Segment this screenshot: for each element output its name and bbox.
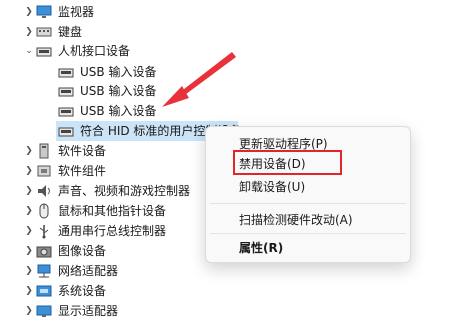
tree-item-usb-input-3[interactable]: USB 输入设备 (58, 101, 156, 121)
menu-item-properties[interactable]: 属性(R) (206, 235, 410, 259)
tree-item-mice[interactable]: ❯ 鼠标和其他指针设备 (22, 201, 166, 221)
hid-device-icon (58, 103, 74, 119)
menu-item-label: 更新驱动程序(P) (239, 136, 328, 151)
chevron-right-icon[interactable]: ❯ (22, 226, 36, 236)
tree-item-label: 软件设备 (58, 144, 107, 158)
usb-icon (36, 223, 52, 239)
tree-item-usb-input-2[interactable]: USB 输入设备 (58, 81, 156, 101)
tree-item-network-adapters[interactable]: ❯ 网络适配器 (22, 261, 118, 281)
chevron-right-icon[interactable]: ❯ (22, 146, 36, 156)
tree-item-hid[interactable]: ⌄ 人机接口设备 (22, 41, 130, 61)
tree-item-label: 网络适配器 (58, 264, 119, 278)
tree-item-usb-controllers[interactable]: ❯ 通用串行总线控制器 (22, 221, 166, 241)
tree-item-label: USB 输入设备 (80, 104, 157, 118)
tree-item-label: 鼠标和其他指针设备 (58, 204, 167, 218)
chevron-right-icon[interactable]: ❯ (22, 246, 36, 256)
tree-item-label: 显示适配器 (58, 304, 119, 318)
chevron-right-icon[interactable]: ❯ (22, 306, 36, 316)
menu-item-label: 扫描检测硬件改动(A) (239, 212, 353, 227)
software-component-icon (36, 163, 52, 179)
menu-divider (210, 203, 406, 204)
tree-item-keyboard[interactable]: ❯ 键盘 (22, 22, 82, 42)
tree-item-sound-video[interactable]: ❯ 声音、视频和游戏控制器 (22, 181, 190, 201)
tree-item-system-devices[interactable]: ❯ 系统设备 (22, 281, 106, 301)
chevron-right-icon[interactable]: ❯ (22, 166, 36, 176)
tree-item-monitor[interactable]: ❯ 监视器 (22, 2, 94, 22)
tree-item-label: 监视器 (58, 5, 95, 19)
tree-item-usb-input-1[interactable]: USB 输入设备 (58, 62, 156, 82)
hid-device-icon (58, 123, 74, 139)
hid-device-icon (36, 43, 52, 59)
monitor-icon (36, 4, 52, 20)
network-icon (36, 263, 52, 279)
highlight-box (233, 150, 342, 175)
menu-item-label: 卸载设备(U) (239, 179, 306, 194)
software-device-icon (36, 143, 52, 159)
tree-item-label: 通用串行总线控制器 (58, 224, 167, 238)
chevron-right-icon[interactable]: ❯ (22, 206, 36, 216)
hid-device-icon (58, 64, 74, 80)
menu-item-label: 属性(R) (239, 240, 284, 255)
chevron-right-icon[interactable]: ❯ (22, 286, 36, 296)
tree-item-display-adapters[interactable]: ❯ 显示适配器 (22, 301, 118, 321)
keyboard-icon (36, 24, 52, 40)
context-menu: 更新驱动程序(P) 禁用设备(D) 卸载设备(U) 扫描检测硬件改动(A) 属性… (205, 126, 411, 263)
tree-item-label: USB 输入设备 (80, 65, 157, 79)
menu-item-scan-hardware[interactable]: 扫描检测硬件改动(A) (206, 207, 410, 231)
tree-item-software-components[interactable]: ❯ 软件组件 (22, 161, 106, 181)
tree-item-imaging[interactable]: ❯ 图像设备 (22, 241, 106, 261)
camera-icon (36, 243, 52, 259)
tree-item-software-devices[interactable]: ❯ 软件设备 (22, 141, 106, 161)
chevron-right-icon[interactable]: ❯ (22, 7, 36, 17)
chevron-right-icon[interactable]: ❯ (22, 186, 36, 196)
system-device-icon (36, 283, 52, 299)
tree-item-label: 键盘 (58, 25, 83, 39)
chevron-right-icon[interactable]: ❯ (22, 266, 36, 276)
hid-device-icon (58, 83, 74, 99)
tree-item-label: USB 输入设备 (80, 84, 157, 98)
tree-item-label: 声音、视频和游戏控制器 (58, 184, 191, 198)
tree-item-label: 人机接口设备 (58, 44, 131, 58)
tree-item-label: 图像设备 (58, 244, 107, 258)
display-adapter-icon (36, 303, 52, 319)
tree-item-label: 系统设备 (58, 284, 107, 298)
chevron-down-icon[interactable]: ⌄ (22, 46, 36, 56)
menu-divider (210, 233, 406, 234)
speaker-icon (36, 183, 52, 199)
tree-item-label: 软件组件 (58, 164, 107, 178)
chevron-right-icon[interactable]: ❯ (22, 27, 36, 37)
mouse-icon (36, 203, 52, 219)
menu-item-uninstall-device[interactable]: 卸载设备(U) (206, 174, 410, 198)
